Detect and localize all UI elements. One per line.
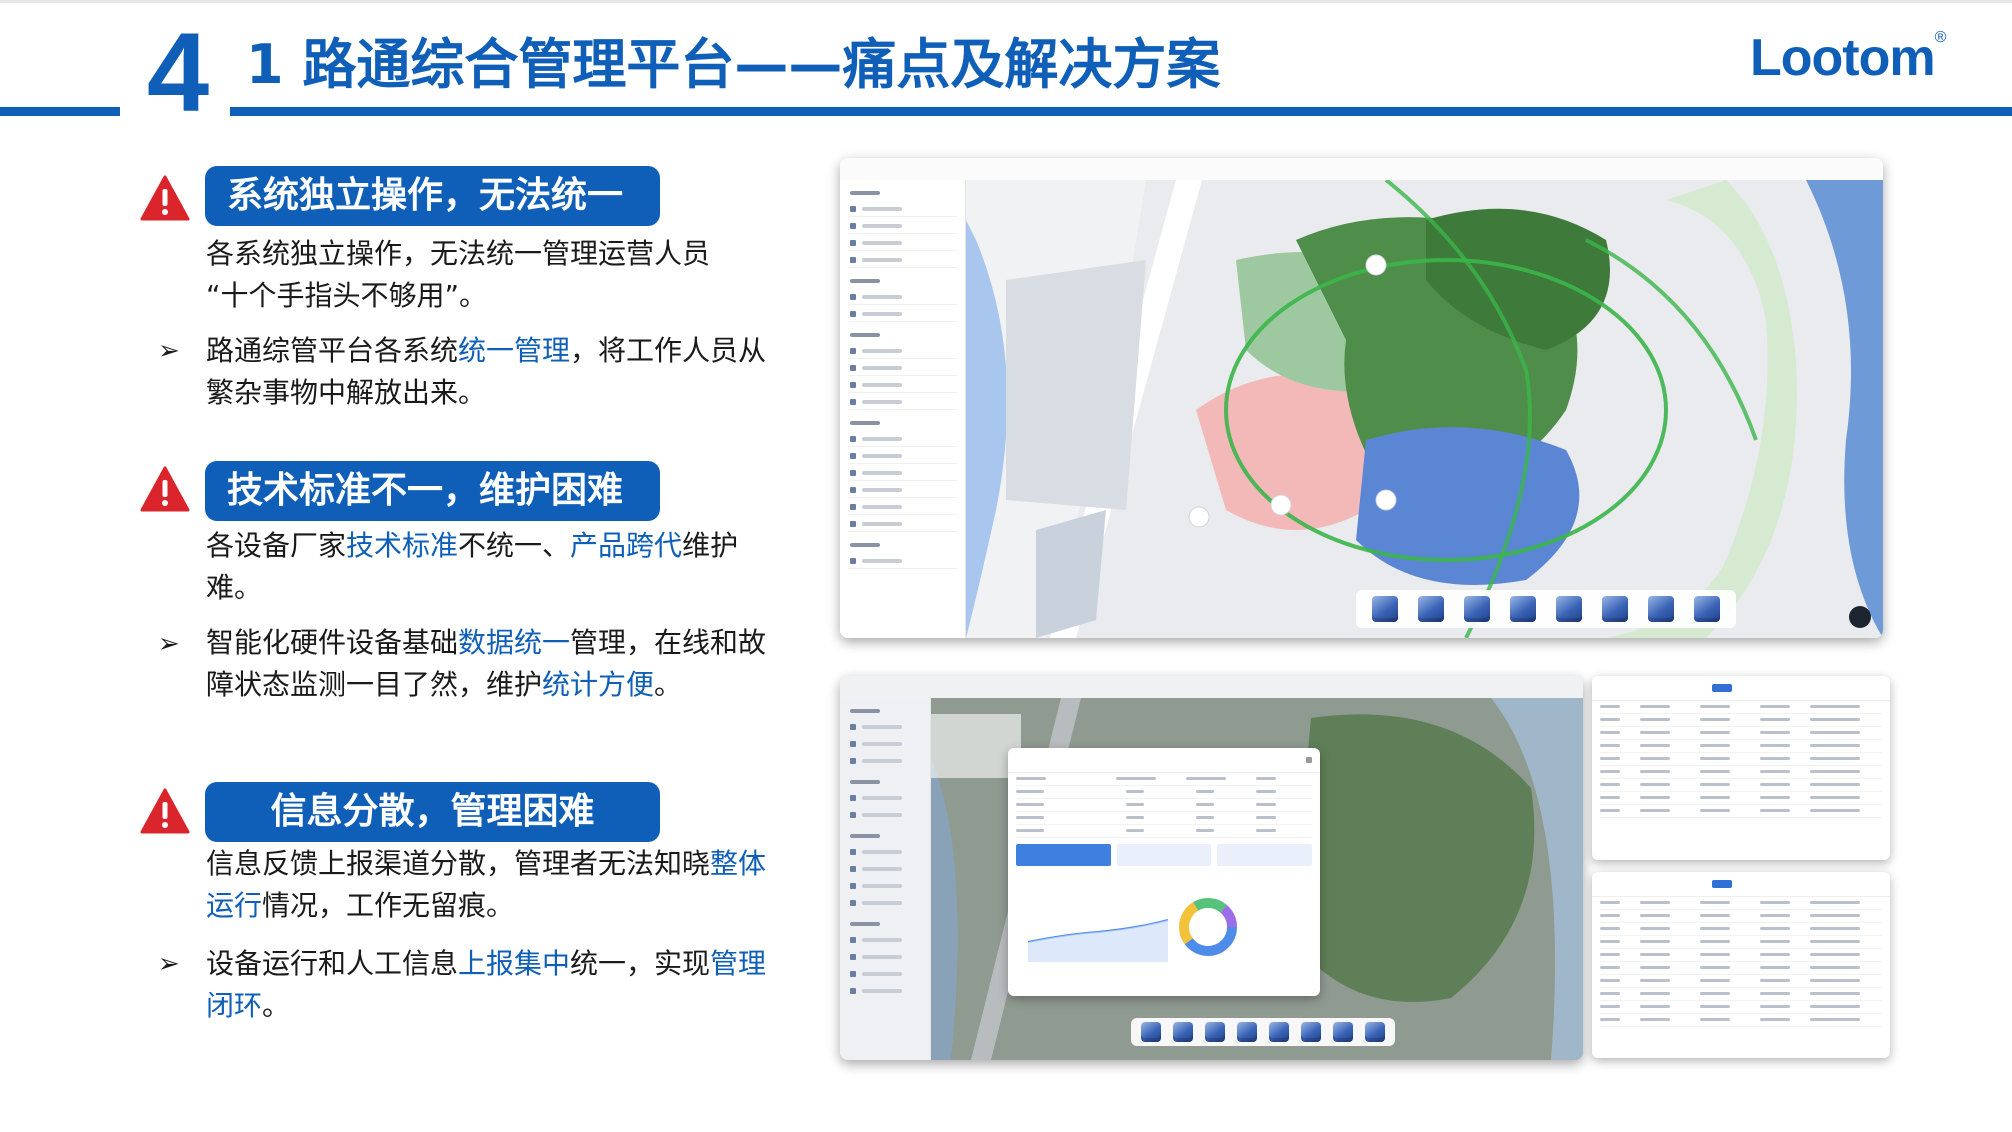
solution-part: 统一，实现 (570, 947, 711, 980)
map-camera-icon[interactable] (1849, 606, 1871, 628)
pain-point-tag-3: 信息分散，管理困难 (205, 782, 660, 842)
problem-part: 各设备厂家 (206, 529, 347, 562)
warning-triangle-icon (140, 466, 190, 512)
solution-highlight: 数据统一 (458, 626, 571, 659)
toolbar-module-4[interactable] (1233, 1022, 1261, 1042)
problem-text-2: 各设备厂家技术标准不统一、产品跨代维护难。 (206, 525, 776, 609)
screenshot-topbar (840, 676, 1583, 699)
solution-highlight: 上报集中 (458, 947, 571, 980)
close-icon[interactable] (1306, 757, 1312, 763)
module-toolbar (1356, 590, 1736, 628)
toolbar-module-1[interactable] (1137, 1022, 1165, 1042)
trend-and-donut-graphic (1027, 898, 1237, 962)
park-map-graphic (966, 180, 1883, 638)
toolbar-module-2[interactable] (1169, 1022, 1197, 1042)
solution-highlight: 统计方便 (542, 668, 655, 701)
section-number: 4 (146, 10, 209, 135)
problem-highlight: 产品跨代 (570, 529, 683, 562)
solution-part: 路通综管平台各系统 (206, 334, 459, 367)
panel-tab-active[interactable] (1712, 880, 1732, 888)
module-toolbar (1131, 1018, 1395, 1046)
problem-line: 各系统独立操作，无法统一管理运营人员 (206, 237, 711, 270)
solution-part: 设备运行和人工信息 (206, 947, 459, 980)
toolbar-module-7[interactable] (1329, 1022, 1357, 1042)
park-map[interactable] (966, 180, 1883, 638)
problem-part: 不统一、 (458, 529, 571, 562)
arrow-bullet-icon: ➢ (158, 949, 180, 979)
solution-highlight: 统一管理 (458, 334, 571, 367)
arrow-bullet-icon: ➢ (158, 629, 180, 659)
warning-triangle-icon (140, 788, 190, 834)
popup-header (1008, 748, 1320, 773)
warning-triangle-icon (140, 175, 190, 221)
solution-part: 智能化硬件设备基础 (206, 626, 459, 659)
pain-point-tag-1: 系统独立操作，无法统一 (205, 166, 660, 226)
arrow-bullet-icon: ➢ (158, 336, 180, 366)
toolbar-module-4[interactable] (1504, 596, 1542, 622)
problem-line: “十个手指头不够用”。 (206, 279, 488, 312)
problem-text-3: 信息反馈上报渠道分散，管理者无法知晓整体运行情况，工作无留痕。 (206, 843, 776, 927)
toolbar-module-2[interactable] (1412, 596, 1450, 622)
table-panel-bottom (1592, 872, 1890, 1058)
header-rule-right (230, 107, 2012, 116)
page-title: 1 路通综合管理平台——痛点及解决方案 (246, 33, 1221, 96)
toolbar-module-5[interactable] (1265, 1022, 1293, 1042)
stats-summary-row (1016, 844, 1313, 866)
problem-highlight: 技术标准 (346, 529, 459, 562)
panel-header (1592, 872, 1890, 897)
pain-point-tag-2: 技术标准不一，维护困难 (205, 461, 660, 521)
problem-part: 情况，工作无留痕。 (262, 889, 515, 922)
platform-map-screenshot (840, 158, 1883, 638)
top-divider (0, 0, 2012, 3)
solution-text-3: 设备运行和人工信息上报集中统一，实现管理闭环。 (206, 943, 776, 1027)
logo-text: Lootom (1750, 29, 1936, 87)
screenshot-topbar (840, 158, 1883, 181)
park-map[interactable] (931, 698, 1583, 1060)
problem-text-1: 各系统独立操作，无法统一管理运营人员 “十个手指头不够用”。 (206, 233, 776, 317)
stats-popup (1008, 748, 1320, 996)
solution-part: 。 (262, 989, 291, 1022)
solution-part: 。 (654, 668, 683, 701)
table-panel-top (1592, 676, 1890, 860)
platform-stats-screenshot (840, 676, 1583, 1060)
toolbar-module-1[interactable] (1366, 596, 1404, 622)
toolbar-module-6[interactable] (1596, 596, 1634, 622)
solution-text-2: 智能化硬件设备基础数据统一管理，在线和故障状态监测一目了然，维护统计方便。 (206, 622, 776, 706)
toolbar-module-3[interactable] (1458, 596, 1496, 622)
toolbar-module-3[interactable] (1201, 1022, 1229, 1042)
screenshot-sidebar (840, 180, 966, 638)
header-rule-left (0, 107, 120, 116)
toolbar-module-8[interactable] (1361, 1022, 1389, 1042)
panel-header (1592, 676, 1890, 701)
toolbar-module-5[interactable] (1550, 596, 1588, 622)
screenshot-sidebar (840, 698, 931, 1060)
toolbar-module-7[interactable] (1642, 596, 1680, 622)
logo-registered-mark: ® (1934, 29, 1947, 46)
toolbar-module-8[interactable] (1688, 596, 1726, 622)
problem-part: 信息反馈上报渠道分散，管理者无法知晓 (206, 847, 711, 880)
panel-tab-active[interactable] (1712, 684, 1732, 692)
brand-logo: Lootom® (1750, 28, 1947, 88)
toolbar-module-6[interactable] (1297, 1022, 1325, 1042)
solution-text-1: 路通综管平台各系统统一管理，将工作人员从繁杂事物中解放出来。 (206, 330, 776, 414)
